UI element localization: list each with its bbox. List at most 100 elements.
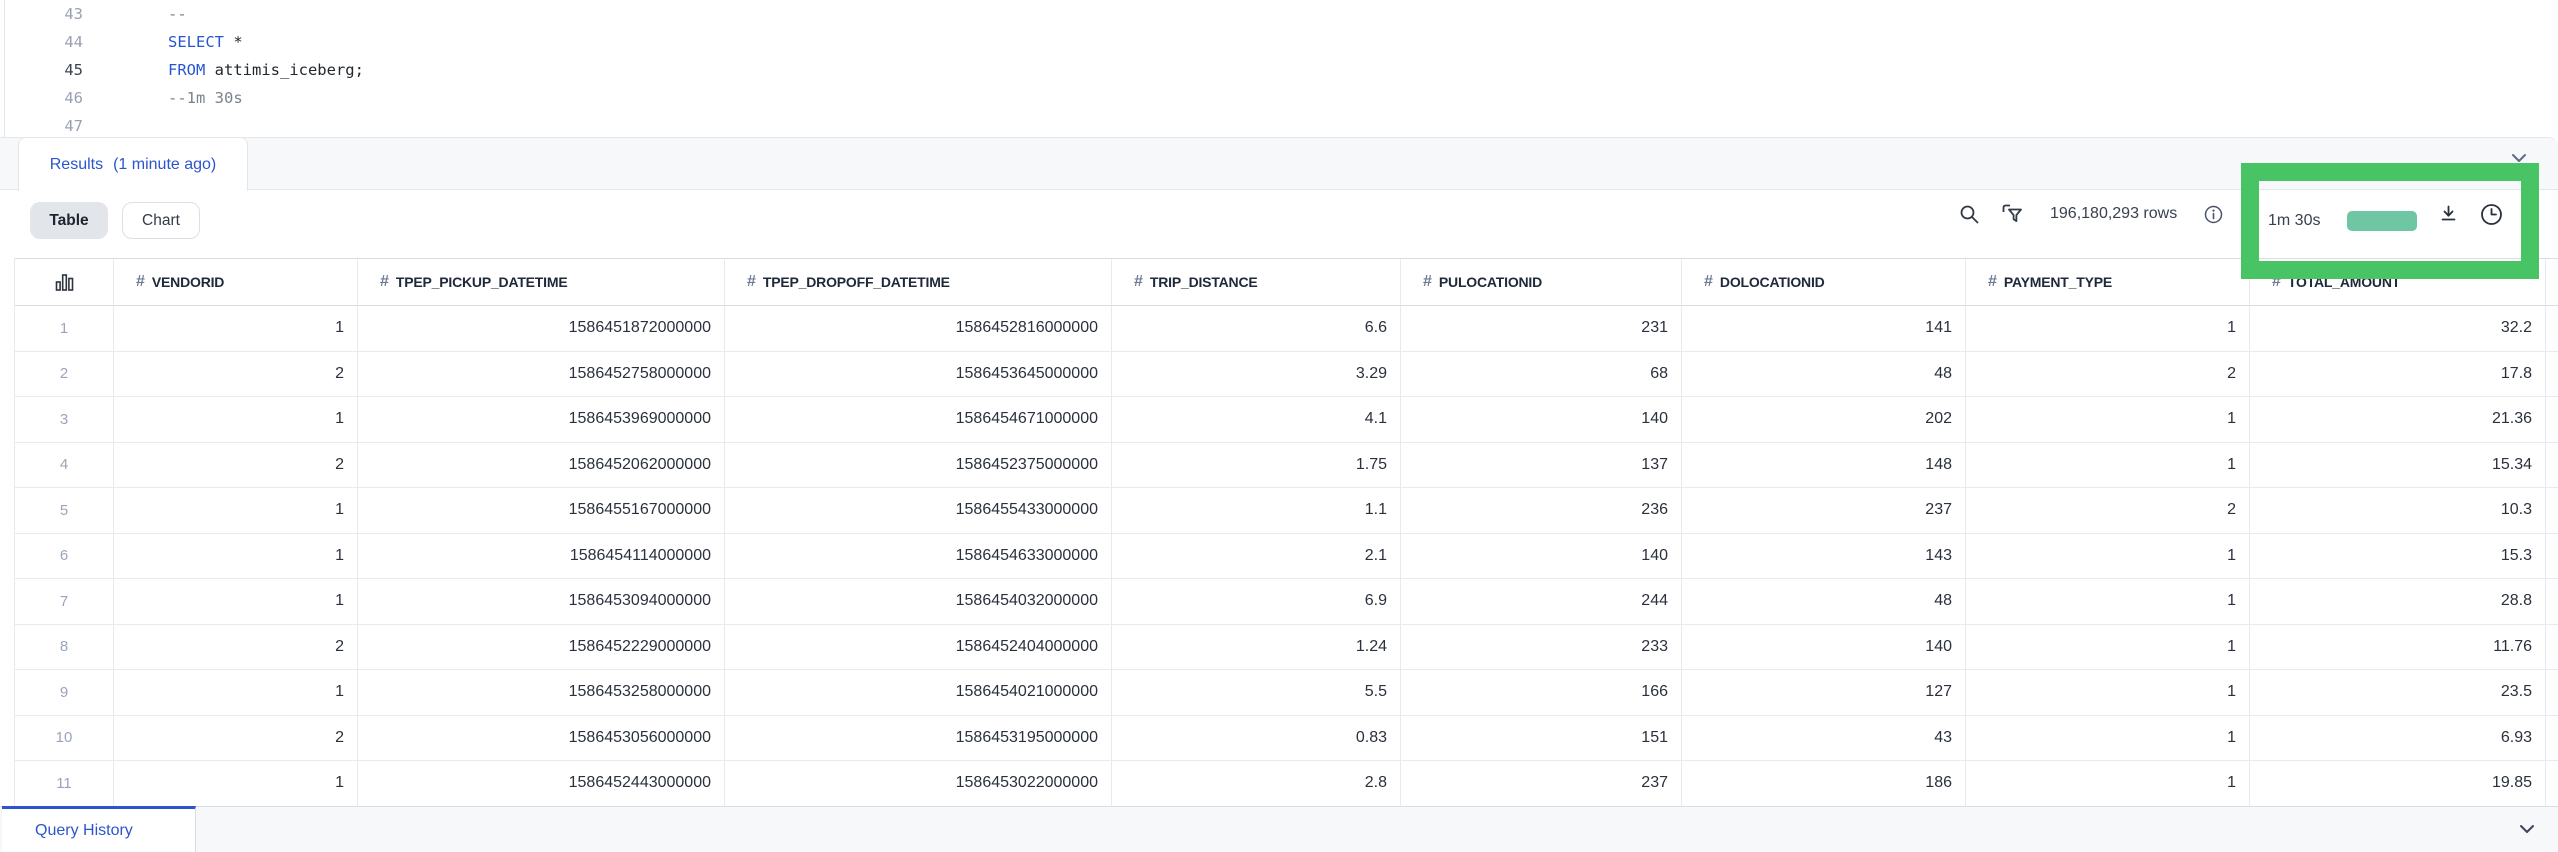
cell-total_amount[interactable]: 32.2 [2250,306,2546,352]
cell-dolocationid[interactable]: 148 [1682,443,1966,489]
cell-total_amount[interactable]: 19.85 [2250,761,2546,806]
cell-pulocationid[interactable]: 244 [1401,579,1682,625]
cell-total_amount[interactable]: 28.8 [2250,579,2546,625]
column-header-tpep_pickup_datetime[interactable]: #TPEP_PICKUP_DATETIME [358,258,725,306]
cell-tpep_pickup_datetime[interactable]: 1586452229000000 [358,625,725,671]
cell-vendorid[interactable]: 1 [114,534,358,580]
cell-trip_distance[interactable]: 3.29 [1112,352,1401,398]
cell-dolocationid[interactable]: 48 [1682,352,1966,398]
cell-tpep_pickup_datetime[interactable]: 1586453969000000 [358,397,725,443]
cell-trip_distance[interactable]: 0.83 [1112,716,1401,762]
cell-dolocationid[interactable]: 143 [1682,534,1966,580]
cell-tpep_dropoff_datetime[interactable]: 1586453645000000 [725,352,1112,398]
cell-dolocationid[interactable]: 140 [1682,625,1966,671]
code-editor[interactable]: 43--44SELECT *45FROM attimis_iceberg;46-… [0,0,2558,137]
cell-trip_distance[interactable]: 1.75 [1112,443,1401,489]
column-header-dolocationid[interactable]: #DOLOCATIONID [1682,258,1966,306]
cell-vendorid[interactable]: 2 [114,352,358,398]
cell-dolocationid[interactable]: 43 [1682,716,1966,762]
cell-vendorid[interactable]: 1 [114,397,358,443]
cell-payment_type[interactable]: 1 [1966,534,2250,580]
cell-tpep_pickup_datetime[interactable]: 1586452443000000 [358,761,725,806]
cell-payment_type[interactable]: 1 [1966,625,2250,671]
cell-trip_distance[interactable]: 4.1 [1112,397,1401,443]
cell-trip_distance[interactable]: 1.24 [1112,625,1401,671]
cell-tpep_dropoff_datetime[interactable]: 1586454633000000 [725,534,1112,580]
filter-icon[interactable] [2000,202,2025,227]
cell-total_amount[interactable]: 21.36 [2250,397,2546,443]
column-header-trip_distance[interactable]: #TRIP_DISTANCE [1112,258,1401,306]
cell-vendorid[interactable]: 1 [114,488,358,534]
cell-payment_type[interactable]: 1 [1966,716,2250,762]
cell-vendorid[interactable]: 1 [114,579,358,625]
cell-tpep_dropoff_datetime[interactable]: 1586452816000000 [725,306,1112,352]
search-icon[interactable] [1958,203,1981,226]
cell-tpep_dropoff_datetime[interactable]: 1586452404000000 [725,625,1112,671]
cell-trip_distance[interactable]: 2.8 [1112,761,1401,806]
cell-tpep_pickup_datetime[interactable]: 1586453056000000 [358,716,725,762]
cell-tpep_pickup_datetime[interactable]: 1586453258000000 [358,670,725,716]
cell-tpep_pickup_datetime[interactable]: 1586451872000000 [358,306,725,352]
cell-trip_distance[interactable]: 2.1 [1112,534,1401,580]
cell-vendorid[interactable]: 2 [114,716,358,762]
cell-total_amount[interactable]: 17.8 [2250,352,2546,398]
cell-tpep_dropoff_datetime[interactable]: 1586454032000000 [725,579,1112,625]
cell-tpep_pickup_datetime[interactable]: 1586454114000000 [358,534,725,580]
cell-vendorid[interactable]: 1 [114,670,358,716]
cell-payment_type[interactable]: 2 [1966,488,2250,534]
cell-vendorid[interactable]: 2 [114,625,358,671]
cell-pulocationid[interactable]: 140 [1401,397,1682,443]
cell-tpep_pickup_datetime[interactable]: 1586452758000000 [358,352,725,398]
cell-pulocationid[interactable]: 236 [1401,488,1682,534]
cell-vendorid[interactable]: 1 [114,761,358,806]
cell-pulocationid[interactable]: 137 [1401,443,1682,489]
code-line[interactable]: 46--1m 30s [0,84,2558,112]
bar-chart-icon[interactable] [15,258,114,306]
cell-tpep_pickup_datetime[interactable]: 1586453094000000 [358,579,725,625]
cell-tpep_pickup_datetime[interactable]: 1586452062000000 [358,443,725,489]
cell-trip_distance[interactable]: 6.6 [1112,306,1401,352]
cell-vendorid[interactable]: 2 [114,443,358,489]
cell-trip_distance[interactable]: 1.1 [1112,488,1401,534]
cell-total_amount[interactable]: 15.34 [2250,443,2546,489]
cell-tpep_dropoff_datetime[interactable]: 1586454671000000 [725,397,1112,443]
cell-dolocationid[interactable]: 48 [1682,579,1966,625]
tab-query-history[interactable]: Query History [2,806,196,852]
cell-pulocationid[interactable]: 151 [1401,716,1682,762]
column-header-pulocationid[interactable]: #PULOCATIONID [1401,258,1682,306]
cell-total_amount[interactable]: 6.93 [2250,716,2546,762]
column-header-tpep_dropoff_datetime[interactable]: #TPEP_DROPOFF_DATETIME [725,258,1112,306]
column-header-vendorid[interactable]: #VENDORID [114,258,358,306]
code-line[interactable]: 44SELECT * [0,28,2558,56]
cell-dolocationid[interactable]: 237 [1682,488,1966,534]
cell-dolocationid[interactable]: 186 [1682,761,1966,806]
cell-total_amount[interactable]: 11.76 [2250,625,2546,671]
collapse-results-chevron-icon[interactable] [2508,147,2530,169]
cell-tpep_dropoff_datetime[interactable]: 1586455433000000 [725,488,1112,534]
info-icon[interactable] [2204,205,2223,224]
cell-total_amount[interactable]: 23.5 [2250,670,2546,716]
cell-dolocationid[interactable]: 127 [1682,670,1966,716]
cell-pulocationid[interactable]: 237 [1401,761,1682,806]
tab-results[interactable]: Results (1 minute ago) [18,137,248,191]
cell-total_amount[interactable]: 15.3 [2250,534,2546,580]
cell-payment_type[interactable]: 1 [1966,761,2250,806]
cell-trip_distance[interactable]: 5.5 [1112,670,1401,716]
code-line[interactable]: 45FROM attimis_iceberg; [0,56,2558,84]
collapse-history-chevron-icon[interactable] [2516,818,2538,840]
cell-trip_distance[interactable]: 6.9 [1112,579,1401,625]
cell-payment_type[interactable]: 1 [1966,306,2250,352]
cell-payment_type[interactable]: 1 [1966,579,2250,625]
schedule-clock-icon[interactable] [2478,201,2505,228]
cell-tpep_dropoff_datetime[interactable]: 1586454021000000 [725,670,1112,716]
cell-payment_type[interactable]: 1 [1966,397,2250,443]
cell-payment_type[interactable]: 2 [1966,352,2250,398]
column-header-total_amount[interactable]: #TOTAL_AMOUNT [2250,258,2546,306]
code-line[interactable]: 43-- [0,0,2558,28]
cell-pulocationid[interactable]: 231 [1401,306,1682,352]
cell-tpep_dropoff_datetime[interactable]: 1586452375000000 [725,443,1112,489]
cell-payment_type[interactable]: 1 [1966,670,2250,716]
cell-tpep_pickup_datetime[interactable]: 1586455167000000 [358,488,725,534]
cell-tpep_dropoff_datetime[interactable]: 1586453022000000 [725,761,1112,806]
cell-pulocationid[interactable]: 166 [1401,670,1682,716]
